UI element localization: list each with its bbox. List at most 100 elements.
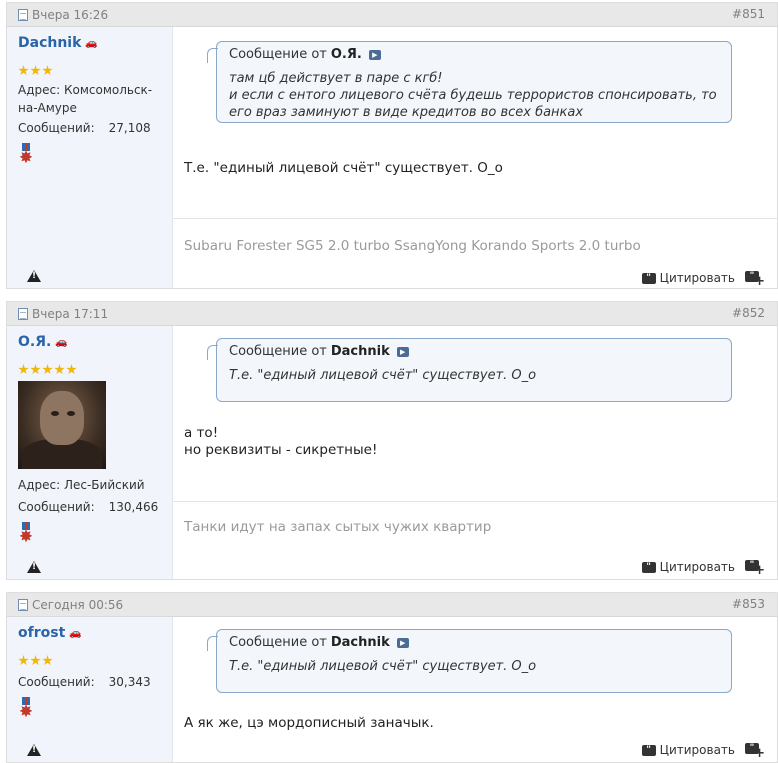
quote-author: Dachnik xyxy=(330,635,390,650)
multiquote-icon[interactable]: " + xyxy=(745,560,765,577)
rating-stars xyxy=(18,655,172,666)
post-number-link[interactable]: #852 xyxy=(732,306,765,320)
post-header: Вчера 16:26 #851 xyxy=(7,3,777,27)
multiquote-icon[interactable]: " + xyxy=(745,271,765,288)
star-icon xyxy=(30,364,41,375)
signature-divider xyxy=(173,501,777,502)
username-text[interactable]: Dachnik xyxy=(18,35,81,51)
quote-header: Сообщение от О.Я. ▶ xyxy=(229,47,719,62)
post-date-text: Вчера 16:26 xyxy=(32,8,109,22)
post-content: Сообщение от Dachnik ▶ Т.е. "единый лице… xyxy=(173,617,777,762)
goto-quote-icon[interactable]: ▶ xyxy=(396,637,409,648)
post-date: Сегодня 00:56 xyxy=(18,598,123,612)
signature: Subaru Forester SG5 2.0 turbo SsangYong … xyxy=(184,238,641,254)
post-message: А як же, цэ мордописный заначык. xyxy=(184,715,434,731)
quote-text: Т.е. "единый лицевой счёт" существует. О… xyxy=(229,659,537,674)
quote-button[interactable]: " Цитировать xyxy=(641,271,735,285)
star-icon xyxy=(42,364,53,375)
car-icon: 🚗 xyxy=(85,37,98,49)
quote-header: Сообщение от Dachnik ▶ xyxy=(229,635,719,650)
post-date-text: Вчера 17:11 xyxy=(32,307,109,321)
quote-prefix: Сообщение от xyxy=(229,47,327,62)
post-content: Сообщение от Dachnik ▶ Т.е. "единый лице… xyxy=(173,326,777,579)
post-message: Т.е. "единый лицевой счёт" существует. О… xyxy=(184,160,503,176)
star-icon xyxy=(30,655,41,666)
user-message-count: Сообщений: 130,466 xyxy=(18,498,172,516)
report-warning-icon[interactable] xyxy=(27,270,41,282)
messages-count: 130,466 xyxy=(108,500,159,514)
quote-prefix: Сообщение от xyxy=(229,635,327,650)
quote-button-label[interactable]: Цитировать xyxy=(660,560,735,574)
goto-quote-icon[interactable]: ▶ xyxy=(396,346,409,357)
star-icon xyxy=(54,364,65,375)
quote-icon: " xyxy=(641,561,656,573)
signature: Танки идут на запах сытых чужих квартир xyxy=(184,519,492,535)
messages-label: Сообщений: xyxy=(18,675,95,689)
user-info: Dachnik 🚗 Адрес: Комсомольск-на-Амуре Со… xyxy=(7,27,173,288)
user-info: О.Я. 🚗 Адрес: Лес-Бийский Сообщений: 130… xyxy=(7,326,173,579)
car-icon: 🚗 xyxy=(55,336,68,348)
messages-label: Сообщений: xyxy=(18,500,95,514)
post-actions: " Цитировать " + xyxy=(641,271,765,288)
star-icon xyxy=(18,65,29,76)
document-icon xyxy=(18,9,28,21)
star-icon xyxy=(30,65,41,76)
quote-block: Сообщение от Dachnik ▶ Т.е. "единый лице… xyxy=(207,629,732,693)
quote-button[interactable]: " Цитировать xyxy=(641,743,735,757)
quote-text: Т.е. "единый лицевой счёт" существует. О… xyxy=(229,368,537,383)
username[interactable]: ofrost 🚗 xyxy=(18,625,172,641)
avatar[interactable] xyxy=(18,381,106,469)
username[interactable]: О.Я. 🚗 xyxy=(18,334,172,350)
post-853: Сегодня 00:56 #853 ofrost 🚗 Сообщений: 3… xyxy=(6,592,778,763)
post-content: Сообщение от О.Я. ▶ там цб действует в п… xyxy=(173,27,777,288)
post-actions: " Цитировать " + xyxy=(641,560,765,577)
quote-button[interactable]: " Цитировать xyxy=(641,560,735,574)
car-icon: 🚗 xyxy=(69,627,82,639)
quote-icon: " xyxy=(641,744,656,756)
quote-block: Сообщение от О.Я. ▶ там цб действует в п… xyxy=(207,41,732,123)
post-852: Вчера 17:11 #852 О.Я. 🚗 Адрес: Лес-Бийск… xyxy=(6,301,778,580)
multiquote-icon[interactable]: " + xyxy=(745,743,765,760)
signature-divider xyxy=(173,218,777,219)
quote-block: Сообщение от Dachnik ▶ Т.е. "единый лице… xyxy=(207,338,732,402)
quote-button-label[interactable]: Цитировать xyxy=(660,271,735,285)
messages-count: 30,343 xyxy=(108,675,151,689)
report-warning-icon[interactable] xyxy=(27,561,41,573)
user-address: Адрес: Комсомольск-на-Амуре xyxy=(18,83,153,115)
messages-label: Сообщений: xyxy=(18,121,95,135)
quote-author: О.Я. xyxy=(330,47,362,62)
quote-button-label[interactable]: Цитировать xyxy=(660,743,735,757)
post-date-text: Сегодня 00:56 xyxy=(32,598,124,612)
user-address: Адрес: Лес-Бийский xyxy=(18,478,145,492)
star-icon xyxy=(42,65,53,76)
messages-count: 27,108 xyxy=(108,121,151,135)
post-date: Вчера 16:26 xyxy=(18,8,108,22)
post-851: Вчера 16:26 #851 Dachnik 🚗 Адрес: Комсом… xyxy=(6,2,778,289)
medal-icon: ✸ xyxy=(18,143,34,169)
rating-stars xyxy=(18,364,172,375)
username-text[interactable]: ofrost xyxy=(18,625,65,641)
medal-icon: ✸ xyxy=(18,522,34,548)
post-number-link[interactable]: #851 xyxy=(732,7,765,21)
post-message: а то! но реквизиты - сикретные! xyxy=(184,425,378,458)
quote-text: там цб действует в паре с кгб! и если с … xyxy=(229,71,717,120)
report-warning-icon[interactable] xyxy=(27,744,41,756)
user-message-count: Сообщений: 30,343 xyxy=(18,673,172,691)
quote-author: Dachnik xyxy=(330,344,390,359)
username-text[interactable]: О.Я. xyxy=(18,334,51,350)
quote-prefix: Сообщение от xyxy=(229,344,327,359)
star-icon xyxy=(18,655,29,666)
quote-header: Сообщение от Dachnik ▶ xyxy=(229,344,719,359)
document-icon xyxy=(18,599,28,611)
post-header: Сегодня 00:56 #853 xyxy=(7,593,777,617)
star-icon xyxy=(42,655,53,666)
post-header: Вчера 17:11 #852 xyxy=(7,302,777,326)
post-number-link[interactable]: #853 xyxy=(732,597,765,611)
quote-icon: " xyxy=(641,272,656,284)
goto-quote-icon[interactable]: ▶ xyxy=(368,49,381,60)
star-icon xyxy=(18,364,29,375)
document-icon xyxy=(18,308,28,320)
post-actions: " Цитировать " + xyxy=(641,743,765,760)
star-icon xyxy=(66,364,77,375)
username[interactable]: Dachnik 🚗 xyxy=(18,35,172,51)
